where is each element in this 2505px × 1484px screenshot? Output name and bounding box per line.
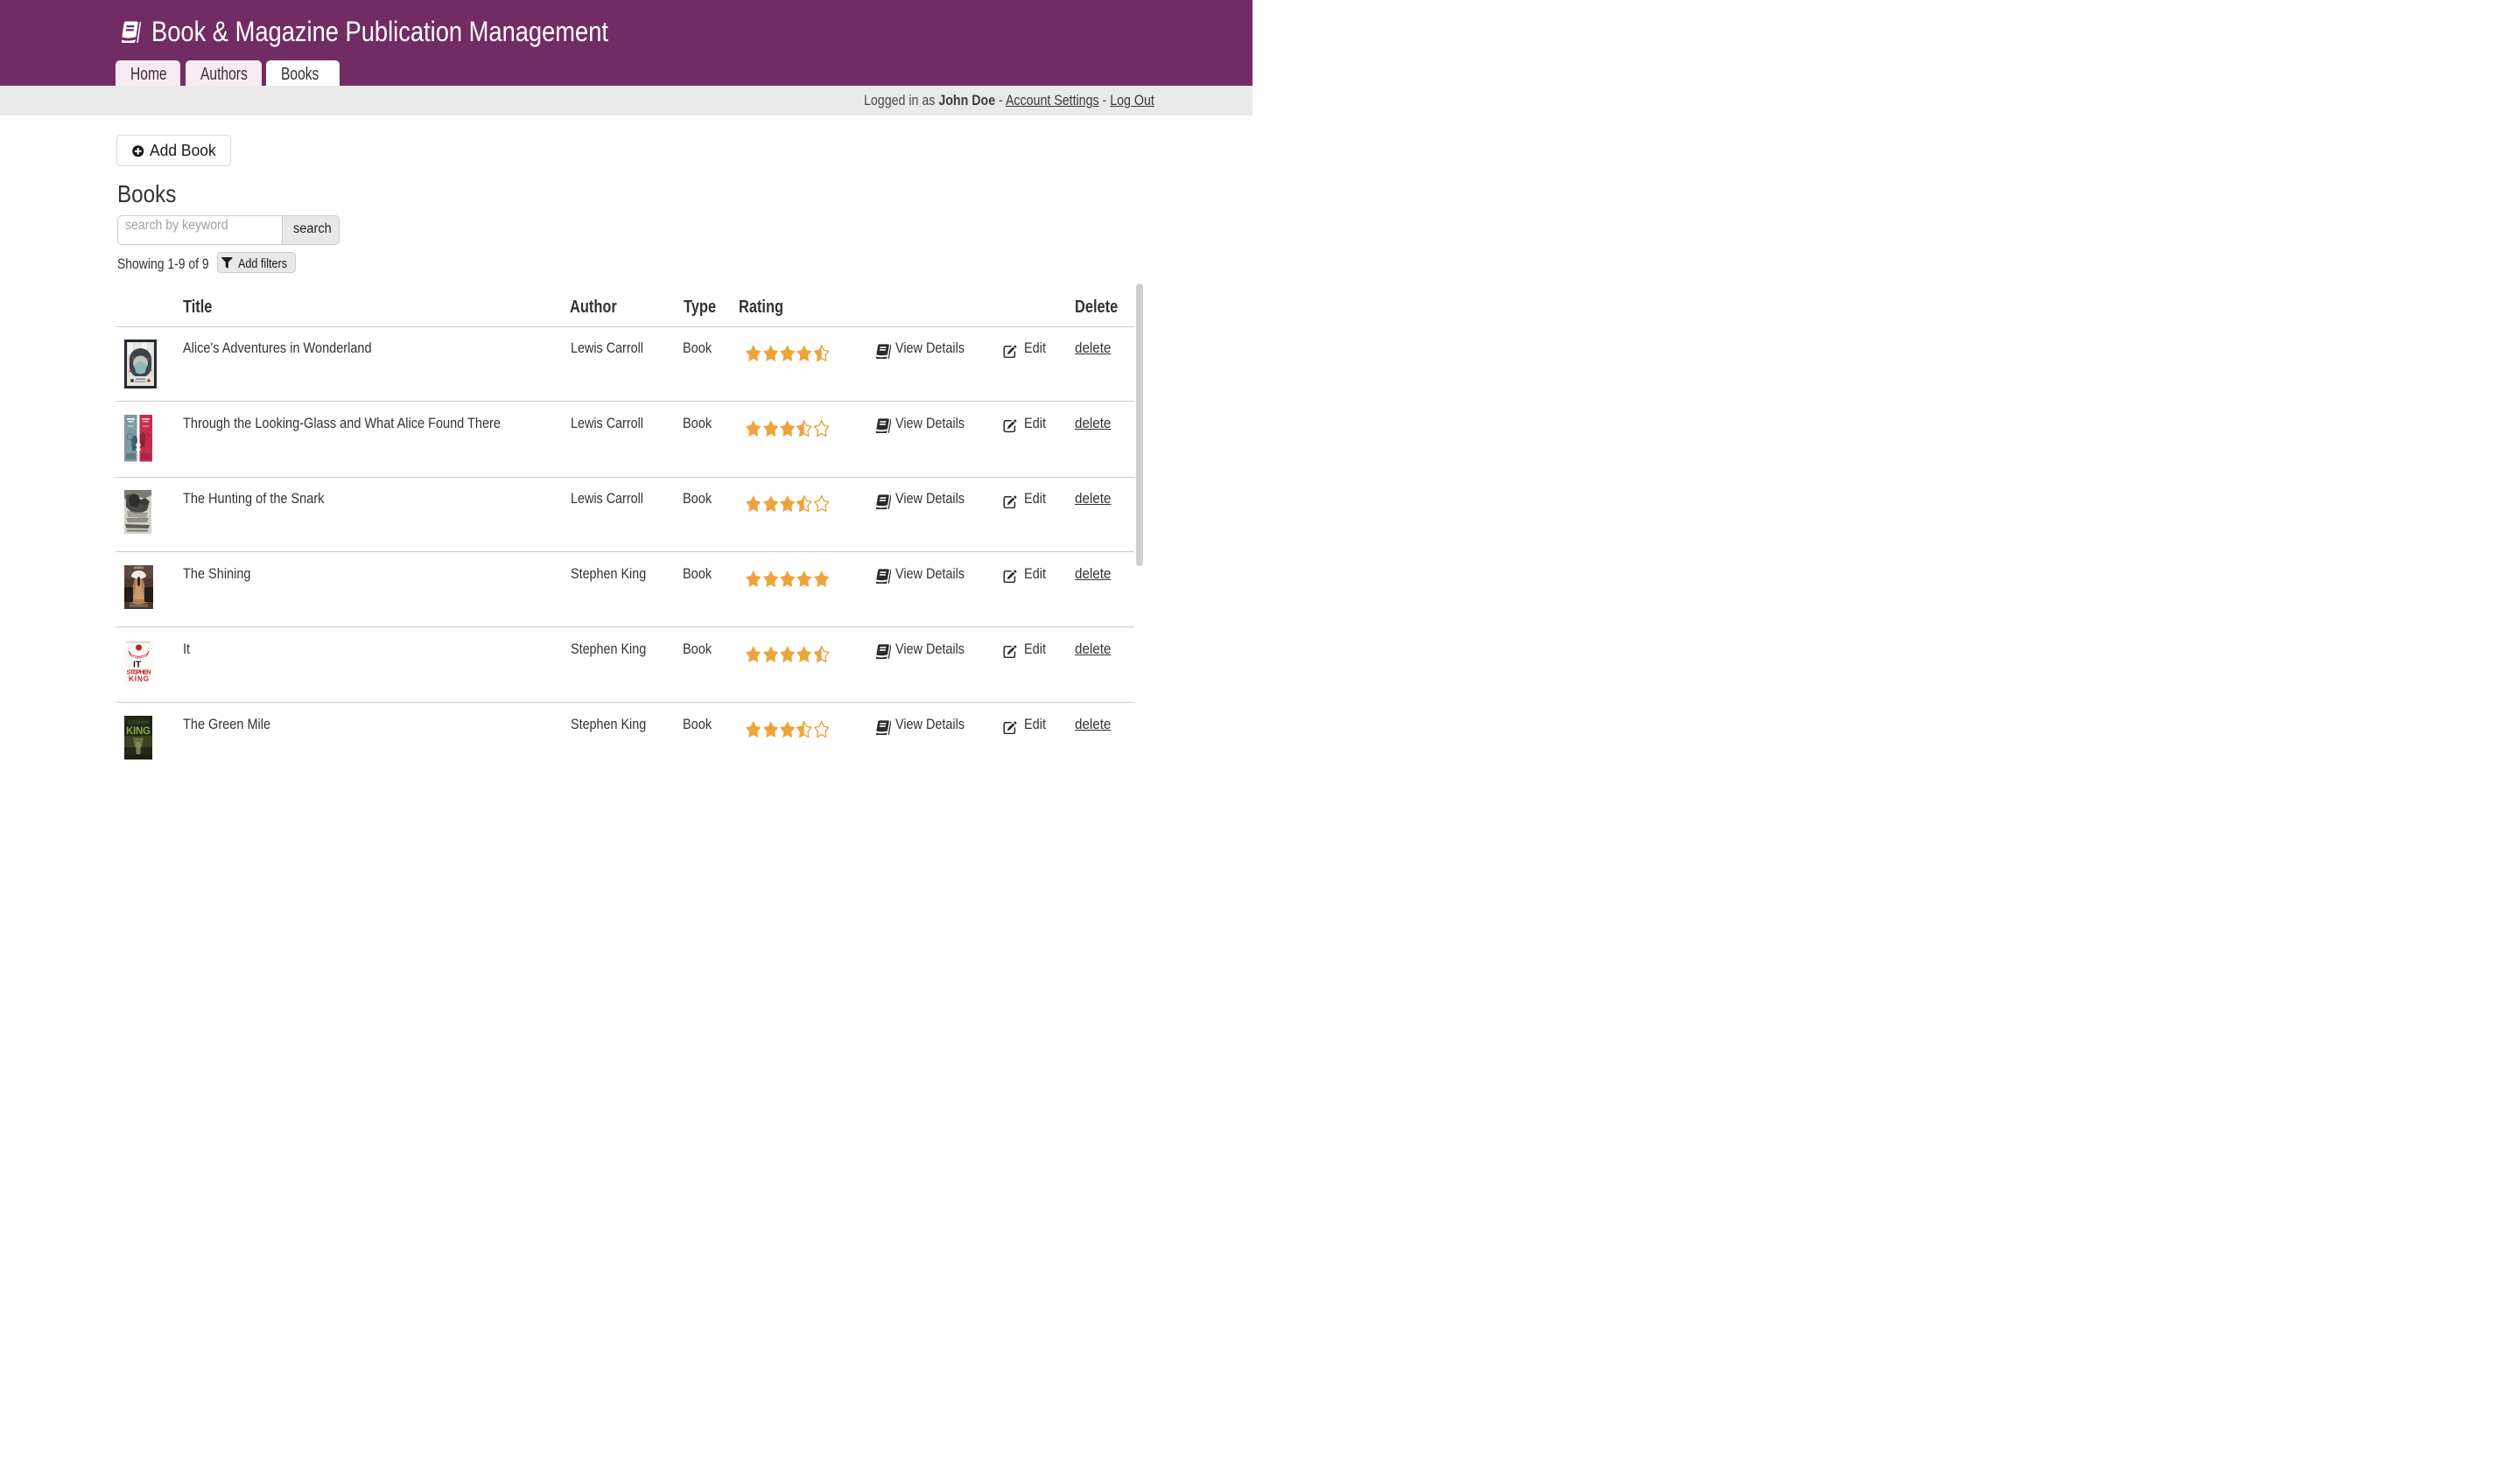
- svg-text:IT: IT: [133, 660, 142, 670]
- svg-text:KING: KING: [129, 676, 149, 683]
- svg-text:STEPHEN: STEPHEN: [129, 720, 149, 725]
- svg-text:KING: KING: [126, 726, 151, 737]
